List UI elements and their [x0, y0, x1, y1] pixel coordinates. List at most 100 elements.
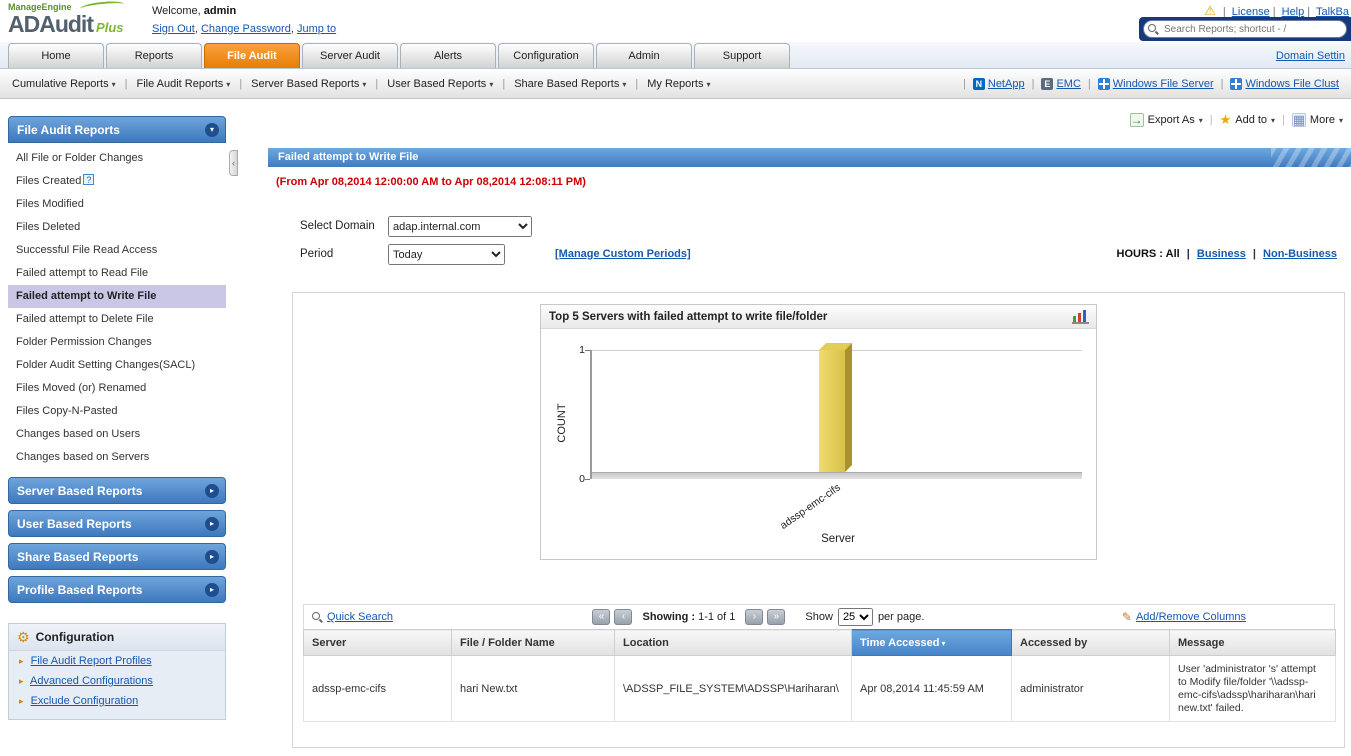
bar-chart-icon[interactable] — [1072, 310, 1089, 324]
sidebar-item-changes-based-on-servers[interactable]: Changes based on Servers — [8, 446, 226, 469]
file-audit-report-profiles-link[interactable]: File Audit Report Profiles — [31, 655, 152, 667]
sort-desc-icon: ▾ — [941, 638, 946, 648]
column-header-time-accessed[interactable]: Time Accessed ▾ — [851, 629, 1012, 656]
menu-my-reports[interactable]: My Reports ▾ — [647, 78, 710, 90]
sidebar: File Audit Reports ▾ All File or Folder … — [8, 116, 226, 720]
windows-file-server-link[interactable]: Windows File Server — [1113, 78, 1214, 90]
column-header-message[interactable]: Message — [1169, 629, 1336, 656]
chevron-down-icon: ▾ — [205, 123, 219, 137]
next-page-button[interactable]: › — [745, 609, 764, 625]
windows-file-cluster-icon — [1230, 77, 1243, 90]
sidebar-section-file-audit-reports[interactable]: File Audit Reports ▾ — [8, 116, 226, 143]
sidebar-item-files-moved-or-renamed[interactable]: Files Moved (or) Renamed — [8, 377, 226, 400]
divider: | — [1087, 77, 1091, 90]
sidebar-section-server-based-reports[interactable]: Server Based Reports ▸ — [8, 477, 226, 504]
tab-home[interactable]: Home — [8, 43, 104, 68]
tab-admin[interactable]: Admin — [596, 43, 692, 68]
first-page-button[interactable]: « — [592, 609, 611, 625]
account-links: Sign Out, Change Password, Jump to — [152, 23, 336, 35]
divider: | — [963, 77, 966, 90]
bar-3d-side — [845, 343, 852, 472]
sidebar-section-share-based-reports[interactable]: Share Based Reports ▸ — [8, 543, 226, 570]
top5-servers-chart: Top 5 Servers with failed attempt to wri… — [540, 304, 1097, 560]
jump-to-link[interactable]: Jump to — [297, 23, 336, 35]
hours-business-link[interactable]: Business — [1197, 248, 1246, 260]
more-button[interactable]: ▦ More ▾ — [1291, 113, 1343, 127]
menu-user-based-reports[interactable]: User Based Reports ▾ — [387, 78, 493, 90]
sidebar-item-files-copy-n-pasted[interactable]: Files Copy-N-Pasted — [8, 400, 226, 423]
add-remove-columns-link[interactable]: Add/Remove Columns — [1136, 611, 1246, 623]
export-as-button[interactable]: → Export As ▾ — [1129, 113, 1203, 127]
manage-custom-periods-link[interactable]: [Manage Custom Periods] — [555, 248, 691, 260]
tab-configuration[interactable]: Configuration — [498, 43, 594, 68]
sidebar-section-title: Profile Based Reports — [17, 583, 143, 597]
sidebar-item-folder-permission-changes[interactable]: Folder Permission Changes — [8, 331, 226, 354]
sign-out-link[interactable]: Sign Out — [152, 23, 195, 35]
column-header-location[interactable]: Location — [614, 629, 852, 656]
cell-accessed-by: administrator — [1011, 655, 1170, 722]
chevron-down-icon: ▾ — [489, 79, 494, 89]
config-item-file-audit-report-profiles: ▸ File Audit Report Profiles — [9, 651, 225, 671]
sidebar-item-folder-audit-setting-changes[interactable]: Folder Audit Setting Changes(SACL) — [8, 354, 226, 377]
sidebar-item-failed-attempt-to-read-file[interactable]: Failed attempt to Read File — [8, 262, 226, 285]
last-page-button[interactable]: » — [767, 609, 786, 625]
quick-search-link[interactable]: Quick Search — [327, 611, 393, 623]
bar-adssp-emc-cifs[interactable] — [819, 343, 852, 472]
column-header-file-folder-name[interactable]: File / Folder Name — [451, 629, 615, 656]
netapp-link[interactable]: NetApp — [988, 78, 1025, 90]
tab-server-audit[interactable]: Server Audit — [302, 43, 398, 68]
add-remove-columns[interactable]: ✎ Add/Remove Columns — [1122, 610, 1246, 624]
cell-file-folder-name: hari New.txt — [451, 655, 615, 722]
x-axis-floor — [592, 472, 1082, 479]
table-header-row: Server File / Folder Name Location Time … — [303, 629, 1336, 656]
chart-title: Top 5 Servers with failed attempt to wri… — [549, 311, 828, 323]
sidebar-section-user-based-reports[interactable]: User Based Reports ▸ — [8, 510, 226, 537]
emc-link[interactable]: EMC — [1056, 78, 1080, 90]
add-to-button[interactable]: ★ Add to ▾ — [1220, 112, 1275, 128]
report-title-bar: Failed attempt to Write File — [268, 148, 1351, 167]
sidebar-item-failed-attempt-to-write-file[interactable]: Failed attempt to Write File — [8, 285, 226, 308]
prev-page-button[interactable]: ‹ — [614, 609, 633, 625]
menu-file-audit-reports[interactable]: File Audit Reports ▾ — [136, 78, 230, 90]
sidebar-item-label: Files Created — [16, 175, 82, 187]
change-password-link[interactable]: Change Password — [201, 23, 291, 35]
column-header-server[interactable]: Server — [303, 629, 452, 656]
tab-file-audit[interactable]: File Audit — [204, 43, 300, 68]
report-title: Failed attempt to Write File — [278, 151, 419, 163]
search-icon — [1148, 24, 1159, 35]
tab-reports[interactable]: Reports — [106, 43, 202, 68]
menu-cumulative-reports[interactable]: Cumulative Reports ▾ — [12, 78, 116, 90]
tab-alerts[interactable]: Alerts — [400, 43, 496, 68]
domain-select[interactable]: adap.internal.com — [388, 216, 532, 237]
sidebar-item-all-file-or-folder-changes[interactable]: All File or Folder Changes — [8, 147, 226, 170]
page-size-select[interactable]: 25 — [837, 608, 873, 626]
divider: | — [124, 77, 128, 90]
hours-non-business-link[interactable]: Non-Business — [1263, 248, 1337, 260]
menu-server-based-reports[interactable]: Server Based Reports ▾ — [251, 78, 366, 90]
exclude-configuration-link[interactable]: Exclude Configuration — [31, 695, 139, 707]
quick-search[interactable]: Quick Search — [312, 611, 393, 623]
menu-share-based-reports[interactable]: Share Based Reports ▾ — [514, 78, 626, 90]
advanced-configurations-link[interactable]: Advanced Configurations — [30, 675, 153, 687]
menu-label: Share Based Reports — [514, 77, 620, 90]
period-select[interactable]: Today — [388, 244, 505, 265]
chevron-right-icon: ▸ — [19, 696, 24, 706]
search-input[interactable] — [1143, 20, 1347, 38]
help-icon[interactable]: ? — [83, 174, 95, 185]
page-size-control: Show 25 per page. — [805, 608, 924, 626]
domain-settings-link[interactable]: Domain Settin — [1276, 50, 1345, 62]
sidebar-item-failed-attempt-to-delete-file[interactable]: Failed attempt to Delete File — [8, 308, 226, 331]
netapp-icon: N — [972, 77, 985, 90]
sidebar-item-files-modified[interactable]: Files Modified — [8, 193, 226, 216]
configuration-panel: ⚙ Configuration ▸ File Audit Report Prof… — [8, 623, 226, 720]
column-label: File / Folder Name — [460, 636, 555, 649]
sidebar-item-files-deleted[interactable]: Files Deleted — [8, 216, 226, 239]
sidebar-section-profile-based-reports[interactable]: Profile Based Reports ▸ — [8, 576, 226, 603]
sidebar-item-changes-based-on-users[interactable]: Changes based on Users — [8, 423, 226, 446]
column-header-accessed-by[interactable]: Accessed by — [1011, 629, 1170, 656]
sidebar-item-files-created[interactable]: Files Created? — [8, 170, 226, 193]
windows-file-cluster-link[interactable]: Windows File Clust — [1245, 78, 1339, 90]
sidebar-collapse-handle[interactable]: ‹ — [229, 150, 238, 176]
sidebar-item-successful-file-read-access[interactable]: Successful File Read Access — [8, 239, 226, 262]
tab-support[interactable]: Support — [694, 43, 790, 68]
